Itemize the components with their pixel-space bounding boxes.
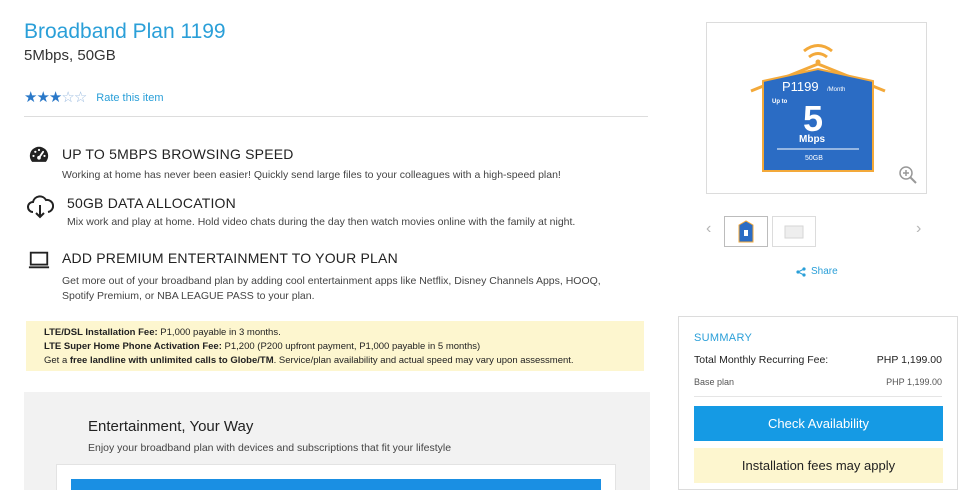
share-label: Share — [811, 266, 838, 277]
product-image[interactable]: P1199 /Month Up to 5 Mbps 50GB — [706, 22, 927, 194]
cloud-download-icon — [27, 195, 54, 219]
summary-panel: SUMMARY Total Monthly Recurring Fee: PHP… — [678, 316, 958, 490]
feature-heading: ADD PREMIUM ENTERTAINMENT TO YOUR PLAN — [62, 250, 398, 266]
fee-value: P1,000 payable in 3 months. — [157, 327, 281, 338]
base-plan-value: PHP 1,199.00 — [886, 377, 942, 387]
fees-notice: LTE/DSL Installation Fee: P1,000 payable… — [26, 321, 644, 371]
plan-house-graphic: P1199 /Month Up to 5 Mbps 50GB — [750, 44, 886, 172]
star-empty-icon[interactable]: ☆ — [61, 90, 74, 105]
speed-number: 5 — [803, 98, 823, 139]
zoom-icon[interactable] — [898, 165, 918, 185]
page-subtitle: 5Mbps, 50GB — [24, 47, 116, 64]
summary-title: SUMMARY — [694, 332, 753, 344]
entertainment-banner[interactable] — [71, 479, 601, 490]
chevron-right-icon[interactable]: › — [916, 220, 921, 238]
star-rating[interactable]: ★ ★ ★ ☆ ☆ — [24, 90, 87, 105]
summary-total-row: Total Monthly Recurring Fee: PHP 1,199.0… — [694, 354, 942, 366]
feature-heading: UP TO 5MBPS BROWSING SPEED — [62, 146, 294, 162]
total-fee-label: Total Monthly Recurring Fee: — [694, 354, 829, 366]
feature-description: Get more out of your broadband plan by a… — [62, 275, 601, 302]
fee-value: P1,200 (P200 upfront payment, P1,000 pay… — [221, 341, 481, 352]
laptop-icon — [28, 251, 50, 269]
divider — [24, 116, 648, 117]
fee-text: Get a — [44, 355, 70, 366]
rate-item-link[interactable]: Rate this item — [96, 92, 163, 104]
star-filled-icon[interactable]: ★ — [24, 90, 37, 105]
rating: ★ ★ ★ ☆ ☆ Rate this item — [24, 90, 164, 105]
speed-unit: Mbps — [799, 134, 826, 145]
thumbnail-1[interactable] — [724, 216, 768, 247]
check-availability-button[interactable]: Check Availability — [694, 406, 943, 441]
fee-text: . Service/plan availability and actual s… — [273, 355, 574, 366]
price-text: P1199 — [782, 79, 819, 94]
up-to-text: Up to — [772, 99, 788, 105]
star-empty-icon[interactable]: ☆ — [74, 90, 87, 105]
thumbnail-house-image — [738, 220, 754, 243]
feature-heading: 50GB DATA ALLOCATION — [67, 195, 236, 211]
speedometer-icon — [29, 146, 49, 162]
fee-label: LTE Super Home Phone Activation Fee: — [44, 341, 222, 352]
base-plan-label: Base plan — [694, 377, 735, 387]
price-per-text: /Month — [827, 87, 845, 93]
fee-highlight: free landline with unlimited calls to Gl… — [69, 355, 274, 366]
data-allocation-text: 50GB — [805, 155, 823, 162]
entertainment-section: Entertainment, Your Way Enjoy your broad… — [24, 392, 650, 490]
share-icon — [796, 266, 806, 277]
entertainment-card — [56, 464, 616, 490]
feature-description: Working at home has never been easier! Q… — [62, 169, 561, 181]
share-link[interactable]: Share — [796, 266, 838, 277]
section-title: Entertainment, Your Way — [88, 418, 254, 435]
thumbnail-placeholder-image — [784, 225, 804, 239]
section-subtitle: Enjoy your broadband plan with devices a… — [88, 442, 452, 454]
summary-base-row: Base plan PHP 1,199.00 — [694, 377, 942, 387]
star-filled-icon[interactable]: ★ — [36, 90, 49, 105]
thumbnail-carousel: ‹ › — [676, 212, 960, 248]
chevron-left-icon[interactable]: ‹ — [706, 220, 711, 238]
total-fee-value: PHP 1,199.00 — [876, 354, 942, 366]
feature-description: Mix work and play at home. Hold video ch… — [67, 216, 576, 228]
thumbnail-2[interactable] — [772, 216, 816, 247]
page-title: Broadband Plan 1199 — [24, 20, 226, 43]
fee-label: LTE/DSL Installation Fee: — [44, 327, 158, 338]
summary-divider — [694, 396, 942, 397]
star-filled-icon[interactable]: ★ — [49, 90, 62, 105]
installation-fee-note: Installation fees may apply — [694, 448, 943, 483]
